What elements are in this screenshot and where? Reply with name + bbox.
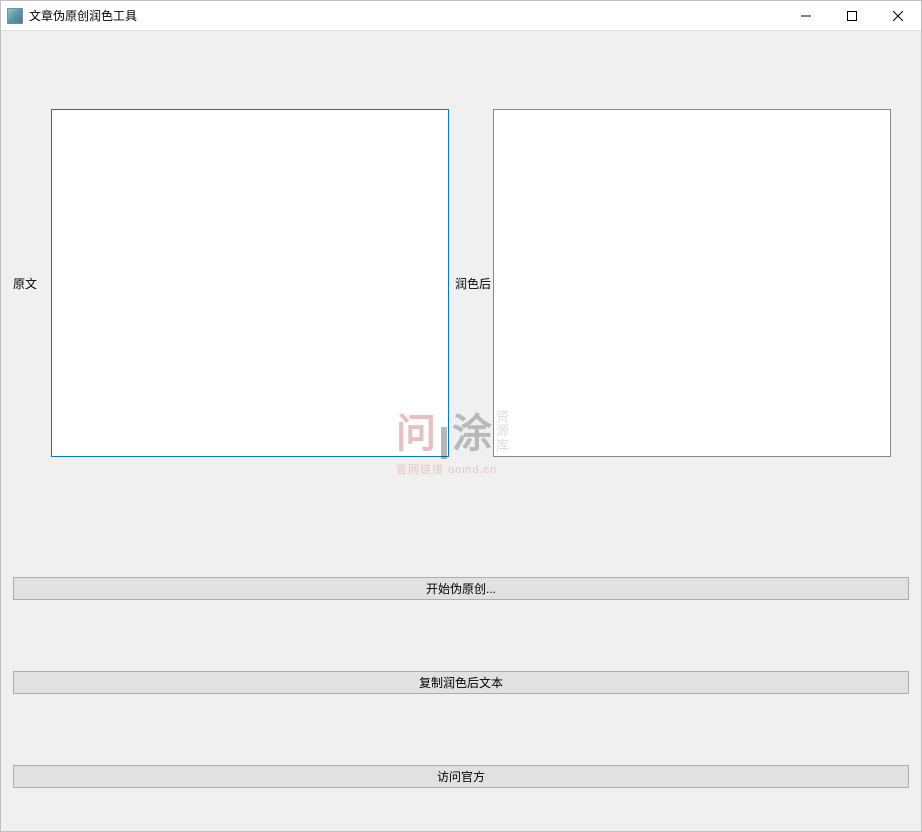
minimize-button[interactable] — [783, 1, 829, 30]
close-button[interactable] — [875, 1, 921, 30]
output-label: 润色后 — [449, 275, 493, 292]
minimize-icon — [801, 11, 811, 21]
start-button[interactable]: 开始伪原创... — [13, 577, 909, 600]
source-textarea[interactable] — [51, 109, 449, 457]
titlebar: 文章伪原创润色工具 — [1, 1, 921, 31]
visit-button[interactable]: 访问官方 — [13, 765, 909, 788]
copy-button[interactable]: 复制润色后文本 — [13, 671, 909, 694]
maximize-button[interactable] — [829, 1, 875, 30]
app-window: 文章伪原创润色工具 原文 润色后 问 涂 — [0, 0, 922, 832]
text-panels: 原文 润色后 — [13, 109, 909, 457]
output-textarea[interactable] — [493, 109, 891, 457]
window-controls — [783, 1, 921, 30]
maximize-icon — [847, 11, 857, 21]
watermark-url: 官网链接 oomd.cn — [396, 461, 509, 477]
button-row-2: 复制润色后文本 — [13, 671, 909, 694]
app-icon — [7, 8, 23, 24]
button-row-1: 开始伪原创... — [13, 577, 909, 600]
content-area: 原文 润色后 问 涂 资 源 库 官网链接 oomd.cn 开始伪原创 — [1, 31, 921, 831]
window-title: 文章伪原创润色工具 — [29, 7, 783, 24]
button-row-3: 访问官方 — [13, 765, 909, 788]
source-label: 原文 — [13, 275, 51, 292]
close-icon — [893, 11, 903, 21]
